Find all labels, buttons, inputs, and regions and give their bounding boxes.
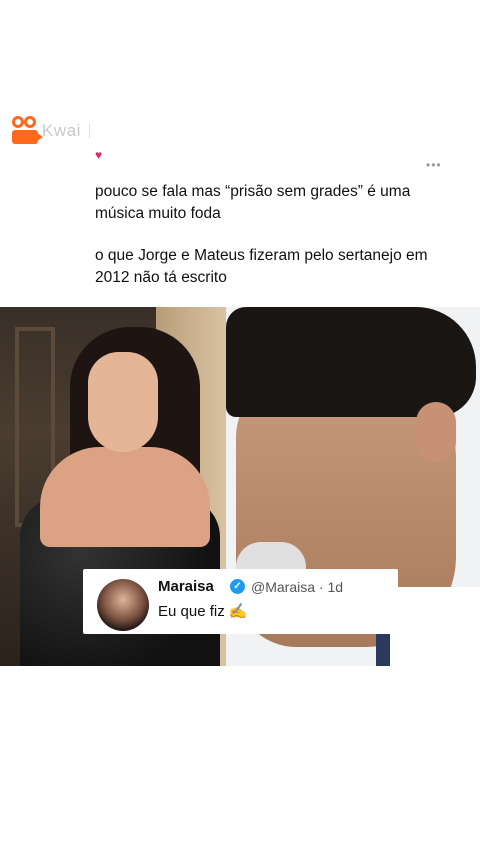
kwai-logo: Kwai	[12, 116, 90, 146]
logo-text: Kwai	[42, 121, 81, 140]
logo-divider	[88, 124, 90, 138]
reply-author-name[interactable]: Maraisa	[158, 578, 214, 595]
heart-icon: ♥	[95, 148, 103, 162]
kwai-camera-icon	[12, 116, 43, 146]
reply-author-handle[interactable]: @Maraisa · 1d	[251, 579, 343, 595]
tweet-text-line1: pouco se fala mas “prisão sem grades” é …	[95, 183, 411, 222]
more-options-icon[interactable]: •••	[426, 158, 442, 172]
verified-badge-icon: ✓	[230, 579, 245, 594]
reply-tweet-card[interactable]: Maraisa ✓ @Maraisa · 1d Eu que fiz ✍️	[83, 569, 398, 634]
avatar[interactable]	[97, 579, 149, 631]
reply-text: Eu que fiz ✍️	[158, 603, 248, 620]
tweet-text-line2: o que Jorge e Mateus fizeram pelo sertan…	[95, 247, 428, 286]
